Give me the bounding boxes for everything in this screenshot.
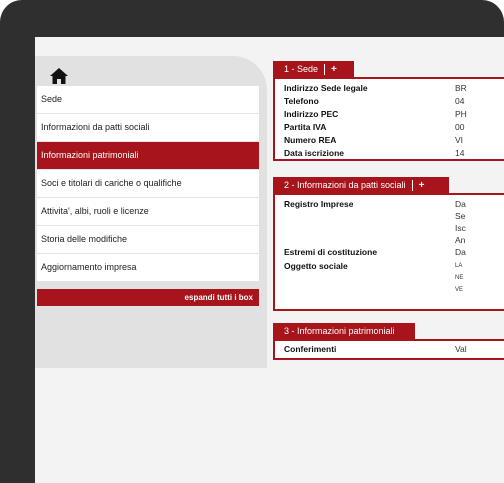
field-label: Data iscrizione <box>284 148 344 158</box>
field-label: Partita IVA <box>284 122 327 132</box>
field-value: NE <box>455 275 464 281</box>
field-value: An <box>455 235 466 245</box>
field-label: Indirizzo Sede legale <box>284 83 368 93</box>
sidebar-item-storia[interactable]: Storia delle modifiche <box>37 226 259 254</box>
field-value: Se <box>455 211 466 221</box>
sidebar-menu: Sede Informazioni da patti sociali Infor… <box>37 86 259 282</box>
sidebar-item-aggiornamento[interactable]: Aggiornamento impresa <box>37 254 259 282</box>
box-informazioni-patrimoniali: 3 - Informazioni patrimoniali Conferimen… <box>273 323 504 360</box>
sidebar-item-informazioni-patrimoniali[interactable]: Informazioni patrimoniali <box>37 142 259 170</box>
field-label: Registro Imprese <box>284 199 354 209</box>
plus-icon[interactable]: + <box>411 180 431 191</box>
plus-icon[interactable]: + <box>324 64 343 75</box>
field-value: Val <box>455 344 467 354</box>
sidebar-panel: Sede Informazioni da patti sociali Infor… <box>35 56 267 368</box>
field-value: PH <box>455 109 467 119</box>
field-value: Isc <box>455 223 466 233</box>
field-value: LA <box>455 263 463 269</box>
box-patti-sociali: 2 - Informazioni da patti sociali + Regis… <box>273 177 504 311</box>
sidebar-item-sede[interactable]: Sede <box>37 86 259 114</box>
field-label: Conferimenti <box>284 344 337 354</box>
expand-all-button[interactable]: espandi tutti i box <box>37 289 259 306</box>
field-value: 00 <box>455 122 465 132</box>
sidebar-item-patti-sociali[interactable]: Informazioni da patti sociali <box>37 114 259 142</box>
home-icon[interactable] <box>49 67 69 85</box>
field-label: Numero REA <box>284 135 337 145</box>
field-value: BR <box>455 83 467 93</box>
field-value: Da <box>455 247 466 257</box>
field-label: Indirizzo PEC <box>284 109 339 119</box>
box-sede-title: 1 - Sede <box>284 64 319 74</box>
box-patti-sociali-header[interactable]: 2 - Informazioni da patti sociali + <box>273 177 449 194</box>
box-patrimoniali-header[interactable]: 3 - Informazioni patrimoniali <box>273 323 415 340</box>
field-label: Oggetto sociale <box>284 261 348 271</box>
field-value: 04 <box>455 96 465 106</box>
device-frame: Sede Informazioni da patti sociali Infor… <box>0 0 504 483</box>
field-label: Estremi di costituzione <box>284 247 378 257</box>
box-patrimoniali-title: 3 - Informazioni patrimoniali <box>284 326 395 336</box>
field-value: 14 <box>455 148 465 158</box>
field-value: VE <box>455 287 464 293</box>
box-sede: 1 - Sede + Indirizzo Sede legale BR Telef… <box>273 61 504 161</box>
screen: Sede Informazioni da patti sociali Infor… <box>35 37 504 483</box>
sidebar-item-soci[interactable]: Soci e titolari di cariche o qualifiche <box>37 170 259 198</box>
box-patti-sociali-title: 2 - Informazioni da patti sociali <box>284 180 406 190</box>
box-sede-header[interactable]: 1 - Sede + <box>273 61 354 78</box>
field-value: VI <box>455 135 464 145</box>
field-value: Da <box>455 199 466 209</box>
sidebar-item-attivita[interactable]: Attivita', albi, ruoli e licenze <box>37 198 259 226</box>
field-label: Telefono <box>284 96 319 106</box>
